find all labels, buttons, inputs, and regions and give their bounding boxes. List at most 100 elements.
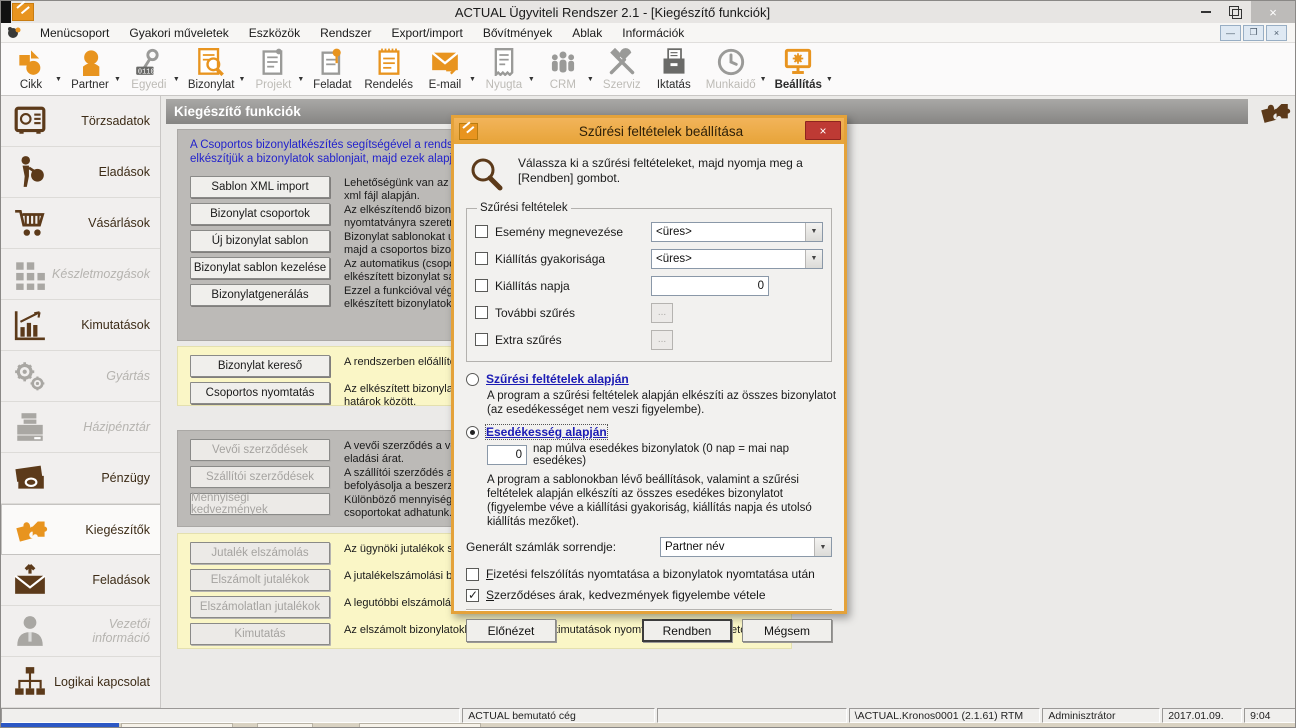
toolbar: Cikk ▼ Partner ▼ 0110 Egyedi ▼ Bizonylat… [1,43,1295,96]
mdi-close-button[interactable]: × [1266,25,1287,41]
toolbar-partner[interactable]: Partner [64,45,116,92]
bizonylat-dropdown-arrow[interactable]: ▼ [238,76,245,83]
egyedi-dropdown-arrow[interactable]: ▼ [173,76,180,83]
gyakorisag-checkbox[interactable] [475,252,488,265]
menu-logo-icon [6,25,22,41]
szallitoi-szerzodesek-button[interactable]: Szállítói szerződések [190,466,330,488]
sidebar-item-logikai-kapcsolat[interactable]: Logikai kapcsolat [1,657,160,708]
nyugta-dropdown-arrow[interactable]: ▼ [528,76,535,83]
status-date: 2017.01.09. [1162,708,1242,723]
toolbar-email[interactable]: E-mail [419,45,471,92]
toolbar-egyedi[interactable]: 0110 Egyedi [123,45,175,92]
notepad-icon [373,46,405,78]
toolbar-beallitas[interactable]: Beállítás [769,45,828,92]
kimutatas-button[interactable]: Kimutatás [190,623,330,645]
extra-szures-browse-button[interactable]: ... [651,330,673,350]
szuresi-feltetelek-radio-label[interactable]: Szűrési feltételek alapján [486,372,629,386]
chevron-down-icon[interactable]: ▼ [805,223,822,241]
esemeny-combo[interactable]: <üres>▼ [651,222,823,242]
sidebar-item-kimutatasok[interactable]: Kimutatások [1,300,160,351]
mdi-minimize-button[interactable]: — [1220,25,1241,41]
minimize-button[interactable] [1191,1,1221,23]
beallitas-dropdown-arrow[interactable]: ▼ [826,76,833,83]
toolbar-feladat[interactable]: Feladat [306,45,358,92]
rendben-button[interactable]: Rendben [642,619,732,642]
menu-menucsoport[interactable]: Menücsoport [30,23,119,43]
bizonylatgeneralas-button[interactable]: Bizonylatgenerálás [190,284,330,306]
toolbar-szerviz[interactable]: Szerviz [596,45,648,92]
sidebar-item-penzugy[interactable]: Pénzügy [1,453,160,504]
jutalek-elszamolas-button[interactable]: Jutalék elszámolás [190,542,330,564]
megsem-button[interactable]: Mégsem [742,619,832,642]
elszamolt-jutalekok-button[interactable]: Elszámolt jutalékok [190,569,330,591]
esedekesseg-radio[interactable] [466,426,479,439]
menu-ablak[interactable]: Ablak [562,23,612,43]
bizonylat-kereso-button[interactable]: Bizonylat kereső [190,355,330,377]
sidebar-item-hazipenztar[interactable]: Házipénztár [1,402,160,453]
esemeny-checkbox[interactable] [475,225,488,238]
fizetesi-felszolitas-checkbox[interactable] [466,568,479,581]
toolbar-rendeles[interactable]: Rendelés [358,45,419,92]
toolbar-projekt[interactable]: Projekt [247,45,299,92]
dialog-close-button[interactable]: × [805,121,841,140]
sablon-xml-import-button[interactable]: Sablon XML import [190,176,330,198]
menu-gyakori-muveletek[interactable]: Gyakori műveletek [119,23,238,43]
csoportos-nyomtatas-button[interactable]: Csoportos nyomtatás [190,382,330,404]
chart-icon [13,308,53,342]
esedekesseg-radio-label[interactable]: Esedékesség alapján [486,425,607,439]
menu-informaciok[interactable]: Információk [612,23,694,43]
sidebar-item-keszletmozgasok[interactable]: Készletmozgások [1,249,160,300]
toolbar-cikk[interactable]: Cikk [5,45,57,92]
tovabbi-szures-checkbox[interactable] [475,306,488,319]
gyakorisag-combo[interactable]: <üres>▼ [651,249,823,269]
menu-rendszer[interactable]: Rendszer [310,23,381,43]
toolbar-munkaido[interactable]: Munkaidő [700,45,762,92]
uj-bizonylat-sablon-button[interactable]: Új bizonylat sablon [190,230,330,252]
bizonylat-sablon-kezelese-button[interactable]: Bizonylat sablon kezelése [190,257,330,279]
kiallitas-napja-input[interactable] [651,276,769,296]
kiallitas-napja-checkbox[interactable] [475,279,488,292]
svg-text:0110: 0110 [138,69,155,76]
button-description: A szállítói szerződés a sbefolyásolja a … [344,466,461,493]
envelope-up-icon [13,563,53,597]
chevron-down-icon[interactable]: ▼ [814,538,831,556]
sidebar-item-kiegeszitok[interactable]: Kiegészítők [1,504,160,555]
toolbar-bizonylat[interactable]: Bizonylat [182,45,241,92]
sidebar-item-feladasok[interactable]: Feladások [1,555,160,606]
menu-bovitmenyek[interactable]: Bővítmények [473,23,562,43]
sidebar-item-eladasok[interactable]: Eladások [1,147,160,198]
sidebar-item-vasarlasok[interactable]: Vásárlások [1,198,160,249]
elonezet-button[interactable]: Előnézet [466,619,556,642]
toolbar-iktatas[interactable]: Iktatás [648,45,700,92]
mennyisegi-kedvezmenyek-button[interactable]: Mennyiségi kedvezmények [190,493,330,515]
button-description: Különböző mennyiségtőcsoportokat adhatun… [344,493,461,520]
menu-export-import[interactable]: Export/import [381,23,472,43]
szuresi-feltetelek-radio[interactable] [466,373,479,386]
restore-button[interactable] [1221,1,1251,23]
sorrend-combo[interactable]: Partner név▼ [660,537,832,557]
esedekesseg-napok-input[interactable] [487,445,527,465]
mdi-restore-button[interactable]: ❐ [1243,25,1264,41]
menu-eszkozok[interactable]: Eszközök [239,23,310,43]
crm-dropdown-arrow[interactable]: ▼ [587,76,594,83]
toolbar-crm[interactable]: CRM [537,45,589,92]
projekt-dropdown-arrow[interactable]: ▼ [297,76,304,83]
elszamolatlan-jutalekok-button[interactable]: Elszámolatlan jutalékok [190,596,330,618]
sidebar-item-vezetoi-informacio[interactable]: Vezetői információ [1,606,160,657]
email-dropdown-arrow[interactable]: ▼ [469,76,476,83]
szerzodeses-arak-checkbox[interactable] [466,589,479,602]
partner-dropdown-arrow[interactable]: ▼ [114,76,121,83]
bizonylat-csoportok-button[interactable]: Bizonylat csoportok [190,203,330,225]
sidebar-item-gyartas[interactable]: Gyártás [1,351,160,402]
button-description: Az elkészítendő bizonylnyomtatványra sze… [344,203,459,230]
extra-szures-checkbox[interactable] [475,333,488,346]
chevron-down-icon[interactable]: ▼ [805,250,822,268]
cikk-dropdown-arrow[interactable]: ▼ [55,76,62,83]
toolbar-nyugta[interactable]: Nyugta [478,45,530,92]
munkaido-dropdown-arrow[interactable]: ▼ [760,76,767,83]
tovabbi-szures-browse-button[interactable]: ... [651,303,673,323]
sidebar-item-torzsadatok[interactable]: Törzsadatok [1,96,160,147]
vevoi-szerzodesek-button[interactable]: Vevői szerződések [190,439,330,461]
close-button[interactable]: × [1251,1,1295,23]
sidebar: Törzsadatok Eladások Vásárlások Készletm… [1,96,161,708]
